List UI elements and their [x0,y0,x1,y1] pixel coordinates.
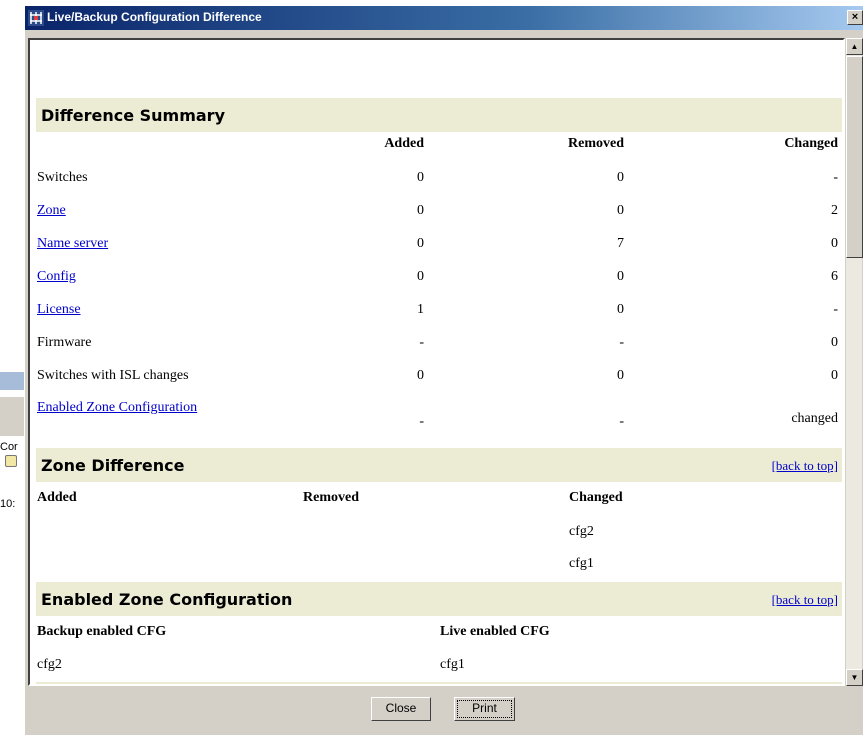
backup-enabled-cfg-value: cfg2 [37,657,62,672]
summary-cell-removed: 0 [617,368,624,383]
summary-cell-added: 0 [417,170,424,185]
background-window-fragment [0,366,24,506]
summary-cell-added: 0 [417,236,424,251]
zone-column-changed: Changed [569,490,623,505]
live-enabled-cfg-value: cfg1 [440,657,465,672]
back-to-top-link[interactable]: [back to top] [772,592,838,608]
zone-link[interactable]: Zone [37,203,66,219]
vertical-scrollbar[interactable]: ▲ ▼ [845,38,863,686]
summary-cell-removed: 0 [617,170,624,185]
summary-cell-changed: 0 [831,335,838,350]
zone-difference-title: Zone Difference [41,456,185,475]
background-window-toolbar [0,396,24,436]
print-button[interactable]: Print [454,697,515,721]
column-header-removed: Removed [568,136,624,151]
summary-cell-added: 1 [417,302,424,317]
enabled-zone-configuration-header: Enabled Zone Configuration [back to top] [36,582,842,616]
name-server-link[interactable]: Name server [37,236,108,252]
scroll-down-button[interactable]: ▼ [846,669,863,686]
backup-enabled-cfg-label: Backup enabled CFG [37,624,167,639]
zone-changed-item: cfg2 [569,524,594,539]
back-to-top-link[interactable]: [back to top] [772,458,838,474]
summary-row-label: Firmware [37,335,92,350]
report-content[interactable]: Difference Summary Added Removed Changed… [28,38,845,686]
summary-row-label: Switches with ISL changes [37,368,189,383]
dialog-title: Live/Backup Configuration Difference [47,10,262,24]
summary-cell-removed: 0 [617,203,624,218]
config-difference-dialog: Live/Backup Configuration Difference × D… [24,6,863,735]
scroll-up-button[interactable]: ▲ [846,38,863,55]
next-section-header [36,682,842,684]
config-link[interactable]: Config [37,269,76,285]
summary-cell-changed: - [833,170,838,185]
summary-cell-changed: 2 [831,203,838,218]
zone-difference-header: Zone Difference [back to top] [36,448,842,482]
column-header-added: Added [384,136,424,151]
background-window-label: Cor [0,441,18,453]
scroll-thumb[interactable] [846,56,863,258]
summary-cell-added: - [419,414,424,429]
summary-cell-removed: - [619,414,624,429]
lock-icon [5,455,17,467]
background-window-titlebar [0,372,24,390]
summary-cell-removed: - [619,335,624,350]
column-header-changed: Changed [784,136,838,151]
summary-cell-added: - [419,335,424,350]
fabric-app-icon [28,10,44,26]
difference-summary-title: Difference Summary [41,106,225,125]
summary-cell-removed: 0 [617,302,624,317]
enabled-zone-configuration-link[interactable]: Enabled Zone Configuration [37,400,197,416]
summary-cell-added: 0 [417,368,424,383]
zone-column-removed: Removed [303,490,359,505]
enabled-zone-configuration-title: Enabled Zone Configuration [41,590,293,609]
summary-cell-removed: 0 [617,269,624,284]
license-link[interactable]: License [37,302,81,318]
zone-column-added: Added [37,490,77,505]
summary-cell-added: 0 [417,269,424,284]
summary-cell-removed: 7 [617,236,624,251]
summary-cell-changed: changed [791,411,838,426]
zone-changed-item: cfg1 [569,556,594,571]
background-window-time: 10: [0,498,16,510]
dialog-titlebar[interactable]: Live/Backup Configuration Difference × [25,6,863,30]
live-enabled-cfg-label: Live enabled CFG [440,624,550,639]
summary-cell-changed: 0 [831,236,838,251]
summary-cell-changed: 6 [831,269,838,284]
summary-cell-changed: - [833,302,838,317]
close-button[interactable]: Close [371,697,431,721]
close-icon[interactable]: × [847,10,863,25]
summary-cell-added: 0 [417,203,424,218]
summary-row-label: Switches [37,170,88,185]
dialog-button-bar: Close Print [25,688,863,735]
summary-cell-changed: 0 [831,368,838,383]
difference-summary-header: Difference Summary [36,98,842,132]
